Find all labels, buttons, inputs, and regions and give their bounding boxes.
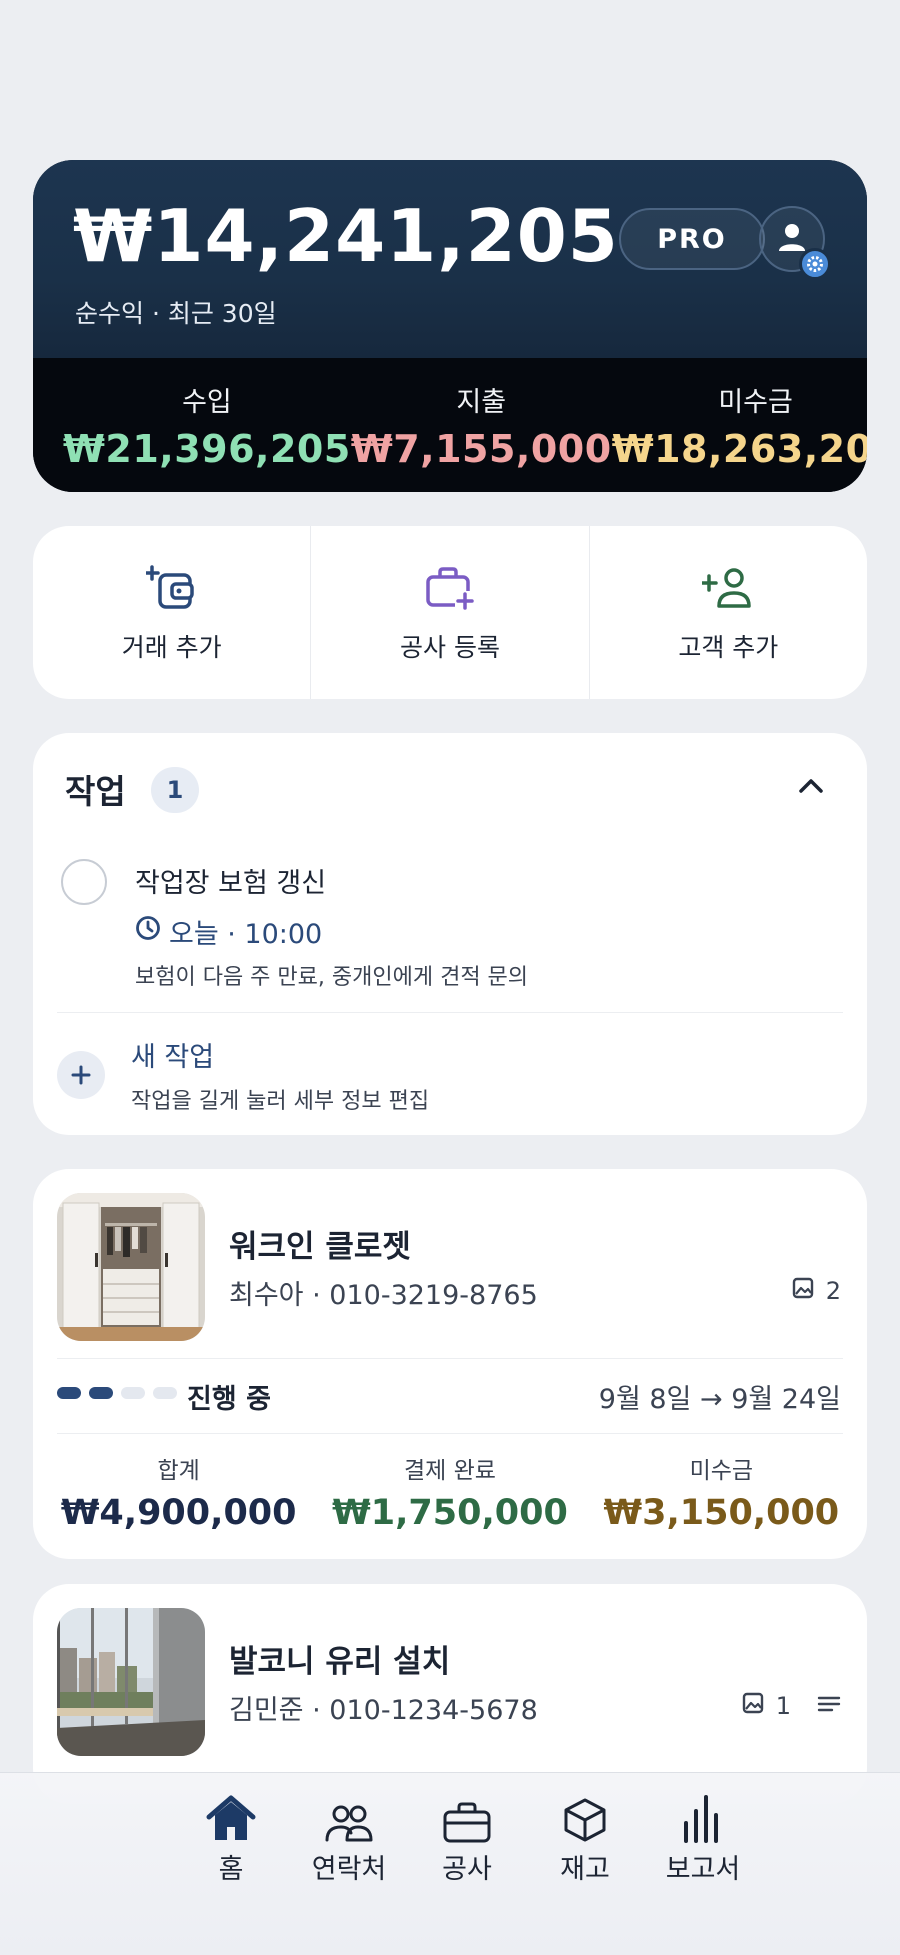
task-time-text: 오늘 · 10:00	[169, 919, 323, 950]
income-label: 수입	[182, 387, 232, 418]
task-title[interactable]: 작업장 보험 갱신	[135, 861, 326, 900]
tasks-card: 작업 1 작업장 보험 갱신 오늘 · 10:00 보험이 다음 주 만료, 중…	[33, 733, 867, 1135]
nav-item-inventory[interactable]: 재고	[526, 1787, 644, 1886]
project-status: 진행 중	[187, 1384, 271, 1415]
project-client-name: 김민준	[229, 1695, 304, 1726]
project-card[interactable]: 워크인 클로젯 최수아 · 010-3219-8765 2 진행 중 9월 8일…	[33, 1169, 867, 1559]
add-customer-button[interactable]: 고객 추가	[590, 526, 867, 699]
task-due-time: 오늘 · 10:00	[135, 912, 322, 951]
add-customer-label: 고객 추가	[678, 632, 779, 662]
pro-badge[interactable]: PRO	[619, 208, 765, 270]
photo-count: 1	[775, 1692, 791, 1720]
progress-step-done	[89, 1387, 113, 1399]
paid-label: 결제 완료	[404, 1458, 496, 1484]
add-transaction-label: 거래 추가	[121, 632, 222, 662]
settings-gear-icon[interactable]	[799, 248, 831, 280]
nav-label-reports: 보고서	[665, 1854, 741, 1885]
task-note: 보험이 다음 주 만료, 중개인에게 견적 문의	[135, 965, 529, 990]
total-label: 합계	[157, 1458, 200, 1484]
new-task-button[interactable]	[57, 1051, 105, 1099]
nav-item-contacts[interactable]: 연락처	[290, 1787, 408, 1886]
tasks-count-badge: 1	[151, 767, 199, 813]
nav-item-home[interactable]: 홈	[172, 1787, 290, 1886]
separator-dot: ·	[312, 1695, 330, 1726]
paid-amount: 결제 완료 ₩1,750,000	[332, 1451, 568, 1533]
project-meta: 2	[792, 1277, 841, 1305]
project-client-name: 최수아	[229, 1280, 304, 1311]
image-icon	[742, 1692, 764, 1720]
task-complete-checkbox[interactable]	[61, 859, 107, 905]
net-amount-subtitle: 순수익 · 최근 30일	[75, 299, 277, 328]
project-title: 워크인 클로젯	[229, 1229, 411, 1265]
bar-chart-icon	[681, 1787, 725, 1843]
image-icon	[792, 1277, 814, 1305]
plus-icon	[71, 1065, 91, 1085]
total-value: ₩4,900,000	[60, 1493, 297, 1533]
outstanding-value: ₩3,150,000	[603, 1493, 840, 1533]
nav-label-contacts: 연락처	[311, 1854, 387, 1885]
project-title: 발코니 유리 설치	[229, 1644, 451, 1680]
summary-stats: 수입 ₩21,396,205 지출 ₩7,155,000 미수금 ₩18,263…	[33, 358, 867, 492]
contacts-icon	[324, 1787, 374, 1843]
add-transaction-button[interactable]: 거래 추가	[33, 526, 312, 699]
project-contact: 김민준 · 010-1234-5678	[229, 1688, 538, 1727]
progress-step-done	[57, 1387, 81, 1399]
register-project-button[interactable]: 공사 등록	[311, 526, 590, 699]
home-icon	[205, 1787, 257, 1843]
nav-item-reports[interactable]: 보고서	[644, 1787, 762, 1886]
register-project-label: 공사 등록	[400, 632, 500, 662]
chevron-up-icon[interactable]	[797, 777, 825, 799]
project-thumbnail	[57, 1608, 205, 1756]
summary-card: ₩14,241,205 순수익 · 최근 30일 PRO 수입 ₩21,396,…	[33, 160, 867, 492]
project-totals: 합계 ₩4,900,000 결제 완료 ₩1,750,000 미수금 ₩3,15…	[33, 1451, 867, 1533]
separator-dot: ·	[312, 1280, 330, 1311]
project-phone[interactable]: 010-1234-5678	[329, 1695, 537, 1726]
project-meta: 1	[742, 1692, 841, 1720]
net-amount: ₩14,241,205	[73, 194, 619, 278]
receivable-value: ₩18,263,207	[611, 427, 867, 471]
task-divider	[57, 1012, 843, 1013]
summary-header: ₩14,241,205 순수익 · 최근 30일 PRO	[33, 160, 867, 358]
nav-label-projects: 공사	[442, 1854, 492, 1885]
box-icon	[562, 1787, 608, 1843]
progress-indicator	[57, 1387, 177, 1399]
nav-label-inventory: 재고	[560, 1854, 610, 1885]
notes-lines-icon	[817, 1692, 841, 1720]
receivable-stat: 미수금 ₩18,263,207	[612, 358, 867, 492]
new-task-hint: 작업을 길게 눌러 세부 정보 편집	[131, 1089, 430, 1114]
project-card[interactable]: 발코니 유리 설치 김민준 · 010-1234-5678 1	[33, 1584, 867, 1804]
progress-step-pending	[121, 1387, 145, 1399]
project-contact: 최수아 · 010-3219-8765	[229, 1273, 538, 1312]
paid-value: ₩1,750,000	[332, 1493, 568, 1533]
tasks-title: 작업	[65, 772, 126, 811]
project-dates: 9월 8일 → 9월 24일	[598, 1384, 841, 1415]
income-stat: 수입 ₩21,396,205	[63, 358, 351, 492]
new-task-title[interactable]: 새 작업	[131, 1035, 214, 1074]
income-value: ₩21,396,205	[63, 427, 351, 471]
outstanding-label: 미수금	[689, 1458, 754, 1484]
total-amount: 합계 ₩4,900,000	[61, 1451, 297, 1533]
expense-label: 지출	[456, 387, 507, 418]
nav-items: 홈 연락처 공사 재고 보고서	[172, 1787, 762, 1886]
project-phone[interactable]: 010-3219-8765	[329, 1280, 537, 1311]
bottom-navigation: 홈 연락처 공사 재고 보고서	[0, 1772, 900, 1955]
briefcase-icon	[442, 1787, 492, 1843]
person-add-icon	[702, 562, 754, 614]
quick-actions: 거래 추가 공사 등록 고객 추가	[33, 526, 867, 699]
clock-icon	[135, 915, 161, 948]
project-divider	[57, 1433, 843, 1434]
photo-count: 2	[825, 1277, 841, 1305]
project-thumbnail	[57, 1193, 205, 1341]
receivable-label: 미수금	[718, 387, 793, 418]
nav-item-projects[interactable]: 공사	[408, 1787, 526, 1886]
wallet-add-icon	[145, 562, 198, 614]
expense-value: ₩7,155,000	[350, 427, 612, 471]
progress-step-pending	[153, 1387, 177, 1399]
outstanding-amount: 미수금 ₩3,150,000	[603, 1451, 839, 1533]
nav-label-home: 홈	[218, 1854, 244, 1885]
project-divider	[57, 1358, 843, 1359]
briefcase-add-icon	[425, 562, 475, 614]
expense-stat: 지출 ₩7,155,000	[351, 358, 612, 492]
